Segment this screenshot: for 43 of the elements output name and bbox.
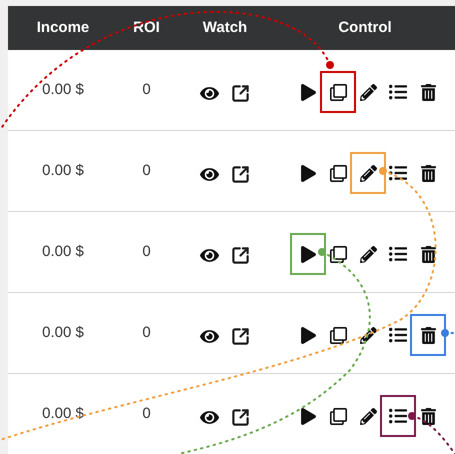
income-value: 0.00 $ [42, 80, 84, 98]
income-value: 0.00 $ [42, 162, 84, 179]
roi-value: 0 [142, 162, 151, 179]
leader-line [441, 329, 455, 337]
list-icon[interactable] [389, 326, 407, 344]
pencil-icon[interactable] [360, 326, 376, 344]
trash-icon[interactable] [420, 246, 436, 262]
pencil-icon[interactable] [360, 84, 376, 100]
list-icon[interactable] [389, 164, 407, 182]
copy-icon[interactable] [330, 408, 346, 424]
copy-icon[interactable] [330, 84, 346, 100]
copy-icon[interactable] [330, 326, 346, 344]
income-value: 0.00 $ [42, 324, 84, 341]
column-header: Income [36, 18, 90, 36]
play-icon[interactable] [300, 326, 316, 344]
external-link-icon[interactable] [231, 84, 250, 102]
pencil-icon[interactable] [360, 164, 376, 182]
play-icon[interactable] [300, 84, 316, 100]
play-icon[interactable] [300, 246, 316, 262]
trash-icon[interactable] [420, 408, 436, 424]
copy-icon[interactable] [330, 164, 346, 182]
list-icon[interactable] [389, 245, 407, 263]
play-icon[interactable] [300, 408, 316, 424]
roi-value: 0 [142, 242, 151, 260]
column-header: Watch [202, 18, 248, 36]
trash-icon[interactable] [420, 326, 436, 344]
list-icon[interactable] [389, 407, 407, 425]
pencil-icon[interactable] [360, 246, 376, 262]
external-link-icon[interactable] [231, 246, 250, 264]
income-value: 0.00 $ [42, 242, 84, 260]
roi-value: 0 [142, 80, 151, 98]
copy-icon[interactable] [330, 246, 346, 262]
trash-icon[interactable] [420, 84, 436, 100]
external-link-icon[interactable] [231, 326, 250, 346]
external-link-icon[interactable] [231, 408, 250, 426]
list-icon[interactable] [389, 83, 407, 101]
column-header: Control [338, 18, 392, 36]
roi-value: 0 [142, 404, 151, 422]
pencil-icon[interactable] [360, 408, 376, 424]
roi-value: 0 [142, 324, 151, 341]
external-link-icon[interactable] [231, 164, 250, 184]
trash-icon[interactable] [420, 164, 436, 182]
play-icon[interactable] [300, 164, 316, 182]
